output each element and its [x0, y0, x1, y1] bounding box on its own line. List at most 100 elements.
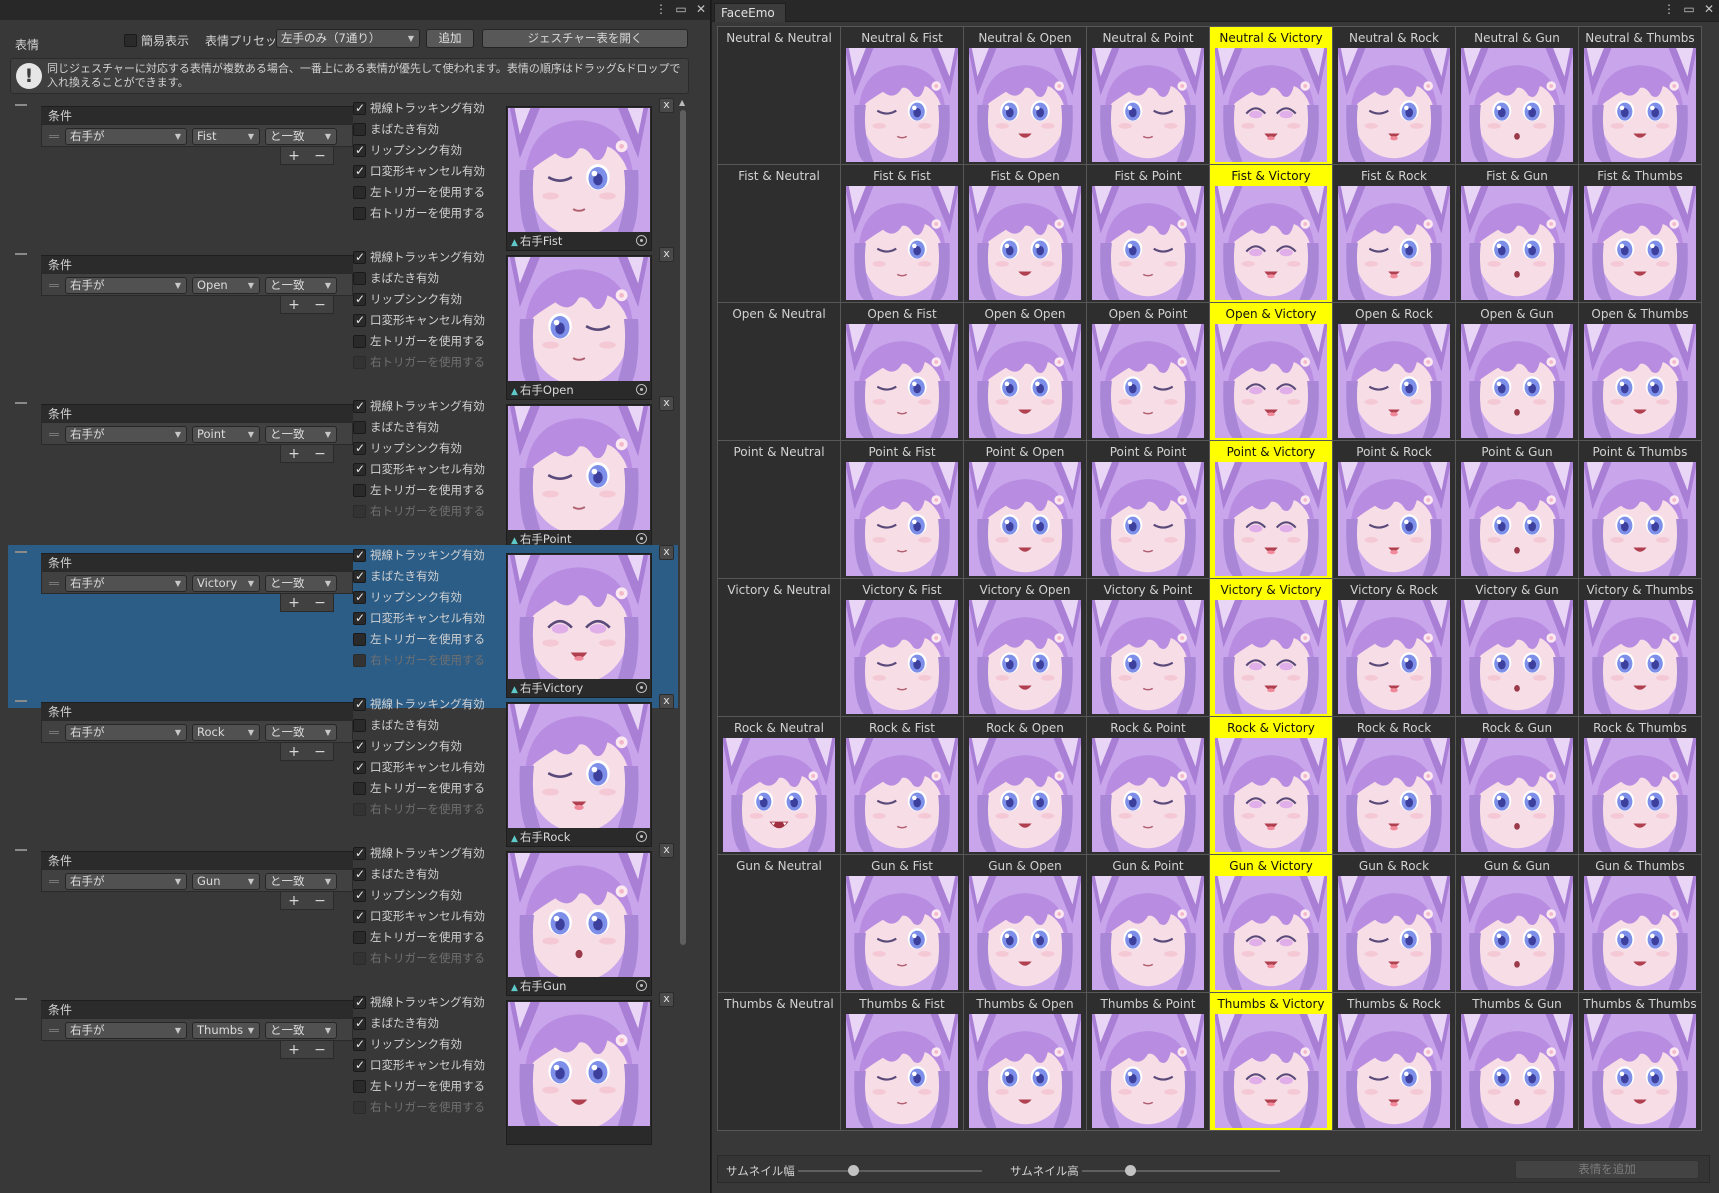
- hand-dropdown[interactable]: 右手が ▼: [65, 873, 187, 890]
- expression-item[interactable]: 条件 右手が▼ Gun▼ と一致▼ + − 視線トラッキング有効 まばたき有効 …: [8, 843, 678, 1006]
- gesture-cell[interactable]: Open & Open: [964, 303, 1087, 441]
- add-preset-button[interactable]: 追加: [426, 29, 474, 48]
- option-checkbox[interactable]: [353, 292, 366, 306]
- gesture-cell[interactable]: Neutral & Thumbs: [1579, 27, 1702, 165]
- option-3[interactable]: 口変形キャンセル有効: [353, 459, 485, 479]
- option-checkbox[interactable]: [353, 590, 366, 604]
- remove-expression-button[interactable]: x: [659, 396, 674, 411]
- add-condition-button[interactable]: +: [288, 446, 300, 462]
- remove-expression-button[interactable]: x: [659, 694, 674, 709]
- remove-condition-button[interactable]: −: [314, 1042, 326, 1058]
- remove-expression-button[interactable]: x: [659, 545, 674, 560]
- gesture-dropdown[interactable]: Rock ▼: [192, 724, 260, 741]
- simple-view-checkbox[interactable]: [124, 34, 137, 47]
- option-3[interactable]: 口変形キャンセル有効: [353, 161, 485, 181]
- expression-thumbnail[interactable]: ▲ 右手Gun: [506, 851, 652, 996]
- option-0[interactable]: 視線トラッキング有効: [353, 545, 485, 565]
- gesture-cell[interactable]: Open & Neutral: [718, 303, 841, 441]
- gesture-cell[interactable]: Neutral & Open: [964, 27, 1087, 165]
- gesture-cell[interactable]: Thumbs & Rock: [1333, 993, 1456, 1131]
- drag-handle-icon[interactable]: [15, 700, 27, 702]
- drag-handle-icon[interactable]: [15, 402, 27, 404]
- option-checkbox[interactable]: [353, 1058, 366, 1072]
- scroll-thumb[interactable]: [680, 110, 686, 945]
- simple-view-toggle[interactable]: 簡易表示: [124, 32, 189, 49]
- option-1[interactable]: まばたき有効: [353, 1013, 439, 1033]
- gesture-cell[interactable]: Gun & Rock: [1333, 855, 1456, 993]
- option-3[interactable]: 口変形キャンセル有効: [353, 1055, 485, 1075]
- add-condition-button[interactable]: +: [288, 893, 300, 909]
- thumbnail-width-slider[interactable]: [798, 1165, 982, 1176]
- option-2[interactable]: リップシンク有効: [353, 587, 462, 607]
- drag-handle-icon[interactable]: [15, 253, 27, 255]
- row-drag-handle-icon[interactable]: [49, 284, 59, 287]
- option-0[interactable]: 視線トラッキング有効: [353, 98, 485, 118]
- option-2[interactable]: リップシンク有効: [353, 140, 462, 160]
- option-checkbox[interactable]: [353, 888, 366, 902]
- option-3[interactable]: 口変形キャンセル有効: [353, 310, 485, 330]
- expression-thumbnail[interactable]: ▲ 右手Fist: [506, 106, 652, 251]
- gesture-cell[interactable]: Gun & Victory: [1210, 855, 1333, 993]
- option-1[interactable]: まばたき有効: [353, 268, 439, 288]
- gesture-cell[interactable]: Fist & Neutral: [718, 165, 841, 303]
- add-condition-button[interactable]: +: [288, 1042, 300, 1058]
- remove-condition-button[interactable]: −: [314, 148, 326, 164]
- option-4[interactable]: 左トリガーを使用する: [353, 927, 485, 947]
- option-2[interactable]: リップシンク有効: [353, 736, 462, 756]
- gesture-cell[interactable]: Victory & Neutral: [718, 579, 841, 717]
- match-dropdown[interactable]: と一致 ▼: [265, 426, 337, 443]
- match-dropdown[interactable]: と一致 ▼: [265, 1022, 337, 1039]
- remove-expression-button[interactable]: x: [659, 843, 674, 858]
- faceemo-tab[interactable]: FaceEmo: [714, 3, 786, 22]
- option-checkbox[interactable]: [353, 462, 366, 476]
- option-checkbox[interactable]: [353, 185, 366, 199]
- option-2[interactable]: リップシンク有効: [353, 1034, 462, 1054]
- thumbnail-height-slider[interactable]: [1082, 1165, 1280, 1176]
- object-picker-icon[interactable]: [636, 682, 647, 693]
- option-checkbox[interactable]: [353, 399, 366, 413]
- hand-dropdown[interactable]: 右手が ▼: [65, 724, 187, 741]
- gesture-cell[interactable]: Gun & Open: [964, 855, 1087, 993]
- option-4[interactable]: 左トリガーを使用する: [353, 1076, 485, 1096]
- add-condition-button[interactable]: +: [288, 744, 300, 760]
- option-checkbox[interactable]: [353, 548, 366, 562]
- option-3[interactable]: 口変形キャンセル有効: [353, 906, 485, 926]
- gesture-cell[interactable]: Gun & Fist: [841, 855, 964, 993]
- option-checkbox[interactable]: [353, 143, 366, 157]
- drag-handle-icon[interactable]: [15, 104, 27, 106]
- gesture-dropdown[interactable]: Thumbs ▼: [192, 1022, 260, 1039]
- row-drag-handle-icon[interactable]: [49, 582, 59, 585]
- option-3[interactable]: 口変形キャンセル有効: [353, 608, 485, 628]
- add-condition-button[interactable]: +: [288, 148, 300, 164]
- gesture-cell[interactable]: Neutral & Fist: [841, 27, 964, 165]
- gesture-cell[interactable]: Neutral & Victory: [1210, 27, 1333, 165]
- expression-thumbnail[interactable]: ▲ 右手Open: [506, 255, 652, 400]
- option-checkbox[interactable]: [353, 1016, 366, 1030]
- gesture-cell[interactable]: Gun & Point: [1087, 855, 1210, 993]
- drag-handle-icon[interactable]: [15, 849, 27, 851]
- gesture-cell[interactable]: Fist & Open: [964, 165, 1087, 303]
- row-drag-handle-icon[interactable]: [49, 1029, 59, 1032]
- gesture-cell[interactable]: Thumbs & Fist: [841, 993, 964, 1131]
- option-4[interactable]: 左トリガーを使用する: [353, 629, 485, 649]
- object-picker-icon[interactable]: [636, 980, 647, 991]
- hand-dropdown[interactable]: 右手が ▼: [65, 1022, 187, 1039]
- gesture-cell[interactable]: Open & Thumbs: [1579, 303, 1702, 441]
- option-checkbox[interactable]: [353, 313, 366, 327]
- gesture-cell[interactable]: Open & Gun: [1456, 303, 1579, 441]
- gesture-cell[interactable]: Neutral & Neutral: [718, 27, 841, 165]
- close-icon[interactable]: ✕: [695, 2, 707, 16]
- option-checkbox[interactable]: [353, 995, 366, 1009]
- gesture-cell[interactable]: Victory & Gun: [1456, 579, 1579, 717]
- gesture-cell[interactable]: Gun & Thumbs: [1579, 855, 1702, 993]
- expression-thumbnail[interactable]: [506, 1000, 652, 1145]
- open-gesture-table-button[interactable]: ジェスチャー表を開く: [482, 29, 688, 48]
- option-checkbox[interactable]: [353, 632, 366, 646]
- remove-condition-button[interactable]: −: [314, 893, 326, 909]
- option-checkbox[interactable]: [353, 164, 366, 178]
- option-1[interactable]: まばたき有効: [353, 715, 439, 735]
- object-picker-icon[interactable]: [636, 235, 647, 246]
- object-picker-icon[interactable]: [636, 831, 647, 842]
- match-dropdown[interactable]: と一致 ▼: [265, 873, 337, 890]
- expression-item[interactable]: 条件 右手が ▼ Victory ▼ と一致 ▼ + − 視線トラッキング有効 まばた…: [8, 545, 678, 708]
